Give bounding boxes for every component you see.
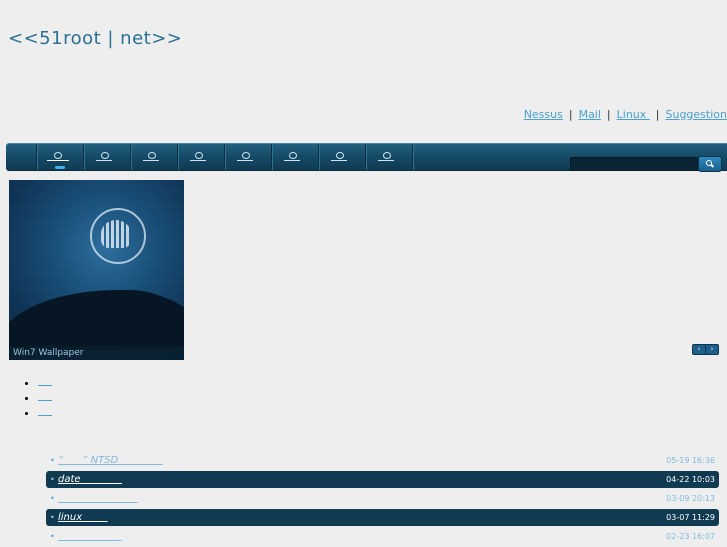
list-item — [38, 391, 52, 406]
suggestion-link[interactable]: Suggestion — [666, 108, 727, 121]
news-time: 03-07 11:29 — [666, 509, 715, 526]
nav-item-8[interactable] — [365, 144, 412, 170]
nessus-link[interactable]: Nessus — [524, 108, 563, 121]
nav-item-5[interactable] — [224, 144, 271, 170]
emblem-graphic — [101, 220, 131, 248]
nav-item-2[interactable] — [83, 144, 130, 170]
bullet-icon: • — [50, 509, 55, 526]
list-link[interactable] — [38, 406, 52, 416]
list-link[interactable] — [38, 376, 52, 386]
nav-dot-icon — [101, 152, 109, 159]
mail-link[interactable]: Mail — [579, 108, 601, 121]
news-list: • “ ” NTSD 05-19 16:36 • date 04-22 10:0… — [46, 452, 719, 547]
news-time: 03-09 20:13 — [666, 490, 715, 507]
active-indicator — [55, 166, 65, 169]
nav-dot-icon — [336, 152, 344, 159]
news-title-link[interactable] — [58, 490, 137, 507]
slideshow-image[interactable]: Win7 Wallpaper — [9, 180, 184, 360]
search-input[interactable] — [570, 157, 700, 171]
news-row: • date 04-22 10:03 — [46, 471, 719, 488]
news-title-link[interactable]: date — [58, 471, 122, 488]
news-row: • 03-09 20:13 — [46, 490, 719, 507]
list-link[interactable] — [38, 391, 52, 401]
nav-item-4[interactable] — [177, 144, 224, 170]
nav-item-7[interactable] — [318, 144, 365, 170]
slide-prev-button[interactable]: ‹ — [692, 344, 706, 355]
news-title-link[interactable] — [58, 528, 122, 545]
nav-dot-icon — [383, 152, 391, 159]
news-row: • 02-23 16:07 — [46, 528, 719, 545]
bullet-icon: • — [50, 471, 55, 488]
nav-dot-icon — [195, 152, 203, 159]
news-time: 02-23 16:07 — [666, 528, 715, 545]
news-title-link[interactable]: “ ” NTSD — [58, 452, 163, 469]
nav-dot-icon — [54, 152, 62, 159]
slide-caption: Win7 Wallpaper — [9, 346, 184, 360]
linux-link[interactable]: Linux — [617, 108, 650, 121]
nav-item-3[interactable] — [130, 144, 177, 170]
nav-menu — [36, 144, 415, 170]
bullet-icon: • — [50, 528, 55, 545]
nav-item-1[interactable] — [36, 144, 83, 170]
news-time: 05-19 16:36 — [666, 452, 715, 469]
list-item — [38, 376, 52, 391]
news-time: 04-22 10:03 — [666, 471, 715, 488]
main-navbar — [6, 143, 727, 171]
nav-dot-icon — [148, 152, 156, 159]
slide-next-button[interactable]: › — [705, 344, 719, 355]
nav-dot-icon — [289, 152, 297, 159]
list-item — [38, 406, 52, 421]
bullet-list — [24, 376, 52, 421]
site-title: <<51root | net>> — [8, 28, 182, 49]
news-row: • “ ” NTSD 05-19 16:36 — [46, 452, 719, 469]
top-links: Nessus|Mail|Linux |Suggestion — [524, 108, 727, 121]
nav-item-6[interactable] — [271, 144, 318, 170]
news-row: • linux 03-07 11:29 — [46, 509, 719, 526]
nav-dot-icon — [242, 152, 250, 159]
bullet-icon: • — [50, 490, 55, 507]
bullet-icon: • — [50, 452, 55, 469]
search-button[interactable] — [698, 156, 722, 172]
news-title-link[interactable]: linux — [58, 509, 108, 526]
